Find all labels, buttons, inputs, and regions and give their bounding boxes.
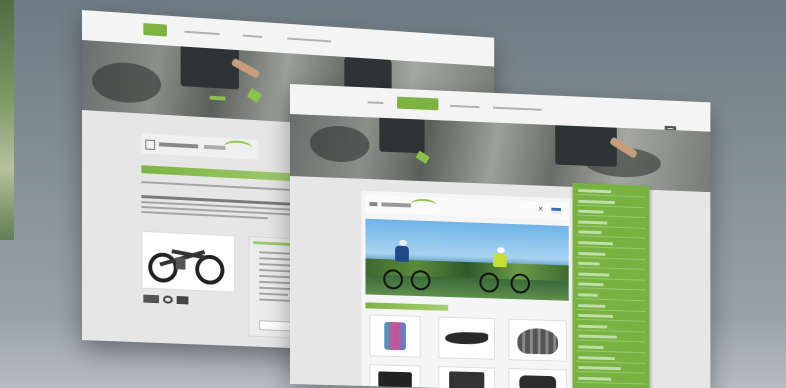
content-area: ✕ (361, 190, 573, 388)
dropdown-divider (576, 350, 646, 354)
dropdown-item[interactable] (578, 314, 613, 319)
dropdown-divider (576, 308, 646, 312)
product-bike-bag-2[interactable] (438, 366, 496, 388)
dropdown-item[interactable] (578, 272, 610, 277)
dropdown-item[interactable] (578, 376, 612, 381)
dropdown-divider (576, 235, 646, 239)
dropdown-divider (576, 360, 646, 364)
dropdown-divider (576, 381, 646, 385)
dropdown-divider (576, 298, 646, 302)
dropdown-divider (576, 245, 646, 250)
product-cycling-kit[interactable] (369, 314, 421, 358)
nav-item-3[interactable] (450, 104, 480, 109)
dropdown-divider (576, 371, 646, 374)
flag-icon[interactable] (551, 207, 561, 214)
dropdown-item[interactable] (578, 324, 608, 329)
nav-item-3[interactable] (242, 34, 263, 38)
dropdown-item[interactable] (578, 303, 606, 308)
product-accessory[interactable] (508, 368, 567, 388)
nav-item-4[interactable] (287, 37, 332, 43)
dropdown-item[interactable] (578, 334, 617, 340)
bike-label (143, 293, 192, 307)
dropdown-item[interactable] (578, 261, 600, 266)
close-icon[interactable]: ✕ (538, 206, 544, 213)
dropdown-menu (572, 182, 650, 388)
bike-saddle-icon (445, 331, 489, 345)
dropdown-item[interactable] (578, 355, 615, 360)
dropdown-item[interactable] (578, 293, 598, 297)
bike-bag-icon (449, 371, 485, 388)
products-title (365, 302, 449, 311)
dropdown-item[interactable] (578, 345, 604, 350)
dropdown-item[interactable] (578, 251, 606, 256)
dropdown-item[interactable] (578, 199, 615, 204)
bike-helmet-icon (517, 327, 559, 355)
dropdown-divider (576, 214, 646, 219)
logo-swoosh (410, 198, 437, 212)
dropdown-item[interactable] (578, 230, 602, 235)
bike-accessory-icon (519, 375, 557, 388)
nav-item-2[interactable] (184, 30, 220, 36)
nav-item-1[interactable] (367, 101, 384, 104)
moblitz-logo (141, 133, 259, 160)
dropdown-item[interactable] (578, 366, 621, 371)
cycling-kit-icon (384, 321, 406, 351)
dropdown-item[interactable] (578, 282, 604, 287)
dropdown-divider (576, 277, 646, 281)
dropdown-item[interactable] (578, 241, 613, 246)
e-bike-photo (141, 230, 236, 293)
dropdown-item[interactable] (578, 209, 604, 214)
logo-swoosh (223, 139, 253, 156)
dropdown-divider (576, 329, 646, 333)
background-photo-edge (0, 0, 14, 240)
bike-bag-icon (378, 371, 412, 388)
two-cyclists-lake-photo (365, 218, 569, 301)
dropdown-divider (576, 318, 646, 323)
nav-item-active[interactable] (397, 96, 439, 111)
mockup-scene: ✕ (0, 0, 786, 388)
dropdown-divider (576, 204, 646, 208)
moblitz-logo: ✕ (365, 194, 569, 221)
nav-item-4[interactable] (493, 106, 542, 111)
nav-item-home[interactable] (143, 23, 167, 37)
sidebar-title (253, 241, 292, 246)
dropdown-item[interactable] (578, 220, 608, 225)
dropdown-divider (576, 193, 646, 198)
product-bike-bag[interactable] (369, 364, 421, 388)
dropdown-divider (576, 256, 646, 260)
product-bike-saddle[interactable] (438, 316, 496, 360)
dropdown-divider (576, 266, 646, 271)
logo-square-icon (145, 139, 156, 151)
product-bike-helmet[interactable] (508, 318, 567, 362)
dropdown-divider (576, 225, 646, 229)
dropdown-divider (576, 339, 646, 343)
dropdown-divider (576, 287, 646, 291)
website-mockup-front: ✕ (290, 84, 711, 388)
dropdown-item[interactable] (578, 189, 612, 194)
